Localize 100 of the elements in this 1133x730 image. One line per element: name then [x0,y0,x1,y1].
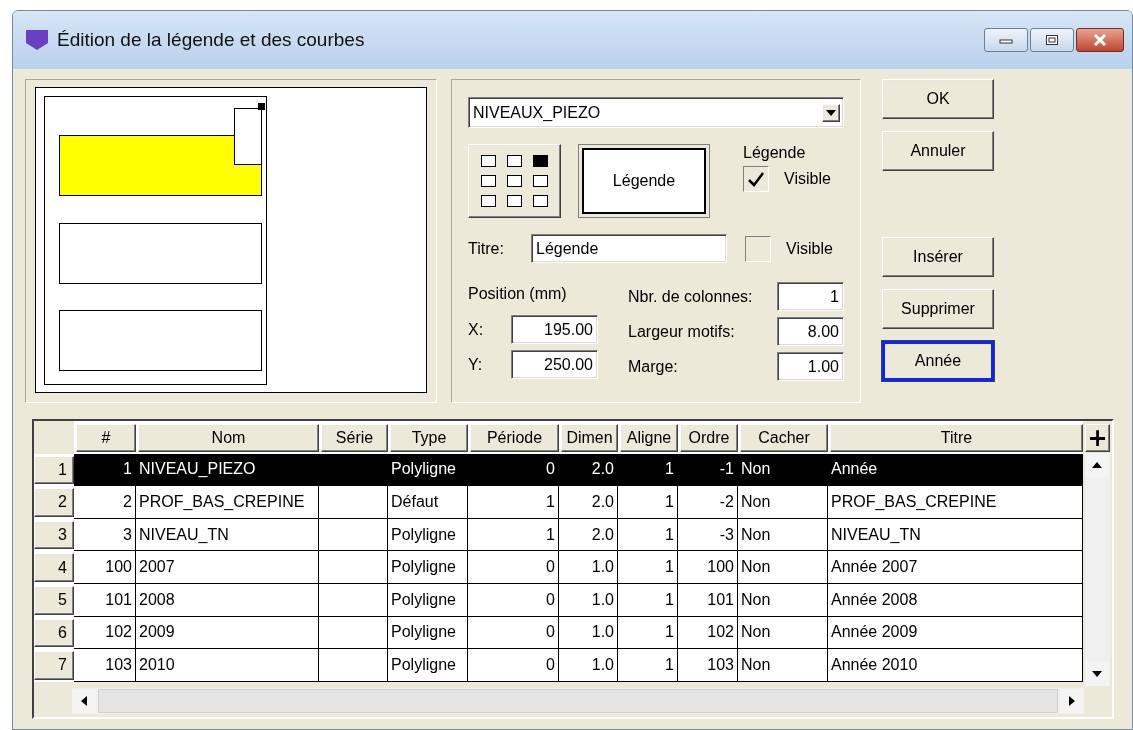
table-cell: NIVEAU_TN [136,518,319,552]
row-header[interactable]: 7 [34,651,74,680]
table-cell: 1 [618,453,678,487]
table-cell: 1 [618,649,678,682]
curve-set-dropdown[interactable]: NIVEAUX_PIEZO [468,97,844,128]
close-icon [1092,34,1108,46]
table-cell: 2.0 [559,453,618,487]
down-arrow-icon [1092,671,1102,677]
anchor-position-option[interactable] [533,175,549,187]
number-field[interactable]: 1.00 [777,352,844,381]
anchor-position-option[interactable] [507,155,522,167]
anchor-position-option[interactable] [480,175,496,187]
checkbox[interactable] [745,235,771,262]
anchor-position-option[interactable] [480,195,496,207]
table-cell: Non [738,583,828,617]
number-field[interactable]: 8.00 [777,317,844,346]
table-cell: PROF_BAS_CREPINE [136,486,319,519]
table-cell: -2 [678,486,738,519]
table-cell: Année 2009 [828,616,1083,650]
scroll-down-button[interactable] [1085,662,1109,686]
title-field[interactable]: Légende [531,234,727,263]
table-cell: Année [828,453,1083,487]
field-label: Y: [468,355,484,374]
column-header[interactable]: Nom [138,424,319,452]
right-arrow-icon [1069,696,1075,706]
table-cell [319,616,388,650]
column-header[interactable]: Série [321,424,388,452]
field-label: Marge: [628,357,678,376]
table-cell [319,583,388,617]
table-cell: Non [738,453,828,487]
action-button[interactable]: Supprimer [882,289,994,329]
row-header[interactable]: 1 [34,455,74,485]
table-cell [319,486,388,519]
column-header[interactable]: Cacher [740,424,828,452]
row-header[interactable]: 5 [34,585,74,615]
row-header[interactable]: 2 [34,488,74,517]
table-cell: -3 [678,518,738,552]
column-header[interactable]: Ordre [680,424,738,452]
minimize-button[interactable] [984,28,1028,52]
checkbox[interactable] [743,166,769,192]
table-cell: 0 [468,649,559,682]
table-cell: -1 [678,453,738,487]
anchor-position-option[interactable] [507,175,522,187]
column-header[interactable]: Aligne [620,424,678,452]
table-cell [319,551,388,584]
table-cell: 100 [678,551,738,584]
dialog-button[interactable]: Annuler [882,131,994,171]
table-cell: Polyligne [388,551,468,584]
row-header[interactable]: 3 [34,520,74,550]
table-cell: 1.0 [559,583,618,617]
table-cell: NIVEAU_PIEZO [136,453,319,487]
table-cell: NIVEAU_TN [828,518,1083,552]
table-cell: 1 [74,453,136,487]
anchor-position-option[interactable] [480,155,496,167]
table-cell: 1.0 [559,551,618,584]
scroll-left-button[interactable] [72,689,96,713]
left-arrow-icon [81,696,87,706]
field-label: Largeur motifs: [628,322,735,341]
section-label: Position (mm) [468,285,568,304]
table-cell: Non [738,649,828,682]
table-cell: Polyligne [388,616,468,650]
checkbox-label: Visible [784,170,831,188]
table-cell: 0 [468,551,559,584]
app-icon [25,29,49,51]
table-cell: Polyligne [388,583,468,617]
table-cell: 0 [468,583,559,617]
position-field[interactable]: 195.00 [511,315,598,344]
position-field[interactable]: 250.00 [511,350,598,379]
action-button[interactable]: Insérer [882,237,994,277]
field-label: X: [468,320,485,339]
close-button[interactable] [1076,28,1124,52]
add-column-button[interactable]: + [1085,424,1110,452]
table-cell: 103 [74,649,136,682]
vertical-scrollbar[interactable] [1085,453,1110,686]
number-field[interactable]: 1 [777,282,844,311]
row-header[interactable]: 6 [34,618,74,648]
table-cell: 1.0 [559,616,618,650]
table-cell: 1 [618,616,678,650]
anchor-position-option[interactable] [533,195,549,207]
anchor-position-option[interactable] [533,155,549,167]
maximize-icon [1045,34,1059,46]
row-header[interactable]: 4 [34,553,74,582]
table-cell: 2009 [136,616,319,650]
table-cell: 2.0 [559,486,618,519]
maximize-button[interactable] [1030,28,1074,52]
scroll-up-button[interactable] [1085,453,1109,477]
action-button[interactable]: Année [882,341,994,381]
column-header[interactable]: Période [470,424,559,452]
table-cell: Année 2010 [828,649,1083,682]
table-cell: 1 [618,486,678,519]
anchor-position-option[interactable] [507,195,522,207]
column-header[interactable]: Titre [830,424,1083,452]
column-header[interactable]: # [76,424,136,452]
table-cell: 100 [74,551,136,584]
dialog-button[interactable]: OK [882,79,994,119]
table-cell: 2008 [136,583,319,617]
scroll-right-button[interactable] [1060,689,1084,713]
column-header[interactable]: Type [390,424,468,452]
column-header[interactable]: Dimen [561,424,618,452]
checkbox-label: Visible [786,239,833,258]
